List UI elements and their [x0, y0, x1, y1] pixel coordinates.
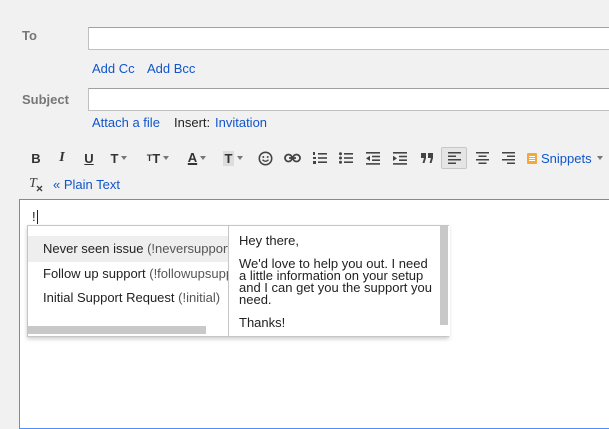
align-left-icon	[447, 152, 461, 164]
add-cc-link[interactable]: Add Cc	[92, 61, 135, 76]
quote-icon	[420, 153, 433, 163]
chevron-down-icon	[596, 156, 603, 160]
add-bcc-link[interactable]: Add Bcc	[147, 61, 195, 76]
text-cursor	[37, 210, 38, 224]
chevron-down-icon	[237, 156, 244, 160]
snippet-shortcut: (!followupsupport)	[149, 266, 228, 281]
snippet-shortcut: (!neversupport)	[147, 241, 228, 256]
link-icon	[283, 153, 301, 163]
plain-text-link[interactable]: « Plain Text	[53, 177, 120, 192]
insert-label: Insert:	[174, 115, 211, 130]
snippets-label: Snippets	[541, 150, 592, 166]
to-label: To	[22, 28, 37, 43]
snippet-preview: Hey there, We'd love to help you out. I …	[228, 226, 450, 336]
outdent-icon	[366, 151, 380, 165]
numbered-list-button[interactable]	[311, 147, 329, 169]
subject-input[interactable]	[88, 88, 609, 111]
align-center-icon	[475, 152, 489, 164]
remove-formatting-button[interactable]: T	[28, 176, 48, 194]
font-label: T	[110, 150, 119, 166]
svg-text:T: T	[29, 176, 38, 191]
underline-button[interactable]: U	[81, 147, 97, 169]
snippets-popup: Never seen issue (!neversupport) Follow …	[27, 225, 450, 338]
preview-text: Hey there, We'd love to help you out. I …	[239, 233, 434, 336]
snippet-name: Initial Support Request	[43, 290, 179, 305]
text-color-button[interactable]: A	[183, 147, 211, 169]
text-color-label: A	[187, 150, 198, 165]
invitation-link[interactable]: Invitation	[215, 115, 267, 130]
preview-closing: Thanks!	[239, 315, 286, 330]
bullet-list-button[interactable]	[337, 147, 355, 169]
insert-link-button[interactable]	[282, 147, 302, 169]
snippet-shortcut: (!initial)	[178, 290, 221, 305]
font-family-button[interactable]: T	[107, 147, 131, 169]
italic-button[interactable]: I	[54, 147, 70, 169]
chevron-down-icon	[200, 156, 207, 160]
quote-button[interactable]	[418, 147, 436, 169]
smiley-icon	[258, 151, 272, 165]
size-label: T	[152, 150, 161, 166]
chevron-down-icon	[163, 156, 170, 160]
underline-label: U	[84, 150, 94, 166]
preview-body: We'd love to help you out. I need a litt…	[239, 256, 432, 307]
snippets-list: Never seen issue (!neversupport) Follow …	[28, 226, 228, 338]
horizontal-scrollbar[interactable]	[28, 326, 206, 334]
outdent-button[interactable]	[364, 147, 382, 169]
snippet-item[interactable]: Never seen issue (!neversupport)	[28, 236, 228, 262]
preview-greeting: Hey there,	[239, 233, 299, 248]
remove-formatting-icon: T	[29, 176, 43, 192]
indent-icon	[393, 151, 407, 165]
chevron-down-icon	[121, 156, 128, 160]
bold-label: B	[31, 150, 41, 166]
typed-text: !	[32, 209, 36, 224]
snippets-button[interactable]: Snippets	[527, 147, 607, 169]
bold-button[interactable]: B	[28, 147, 44, 169]
snippet-name: Follow up support	[43, 266, 150, 281]
to-input[interactable]	[88, 27, 609, 50]
vertical-scrollbar[interactable]	[440, 226, 448, 325]
emoji-button[interactable]	[256, 147, 274, 169]
align-left-button[interactable]	[441, 147, 467, 169]
align-right-button[interactable]	[499, 147, 517, 169]
align-right-icon	[501, 152, 515, 164]
font-size-button[interactable]: TT	[143, 147, 173, 169]
snippet-name: Never seen issue	[43, 241, 148, 256]
bullet-list-icon	[339, 152, 353, 164]
align-center-button[interactable]	[473, 147, 491, 169]
snippets-icon	[527, 152, 537, 164]
italic-label: I	[59, 150, 65, 165]
subject-label: Subject	[22, 92, 69, 107]
snippet-item[interactable]: Initial Support Request (!initial)	[28, 285, 228, 311]
numbered-list-icon	[313, 152, 327, 164]
attach-file-link[interactable]: Attach a file	[92, 115, 160, 130]
highlight-color-button[interactable]: T	[219, 147, 247, 169]
indent-button[interactable]	[391, 147, 409, 169]
highlight-label: T	[222, 150, 235, 166]
snippet-item[interactable]: Follow up support (!followupsupport)	[28, 261, 228, 287]
